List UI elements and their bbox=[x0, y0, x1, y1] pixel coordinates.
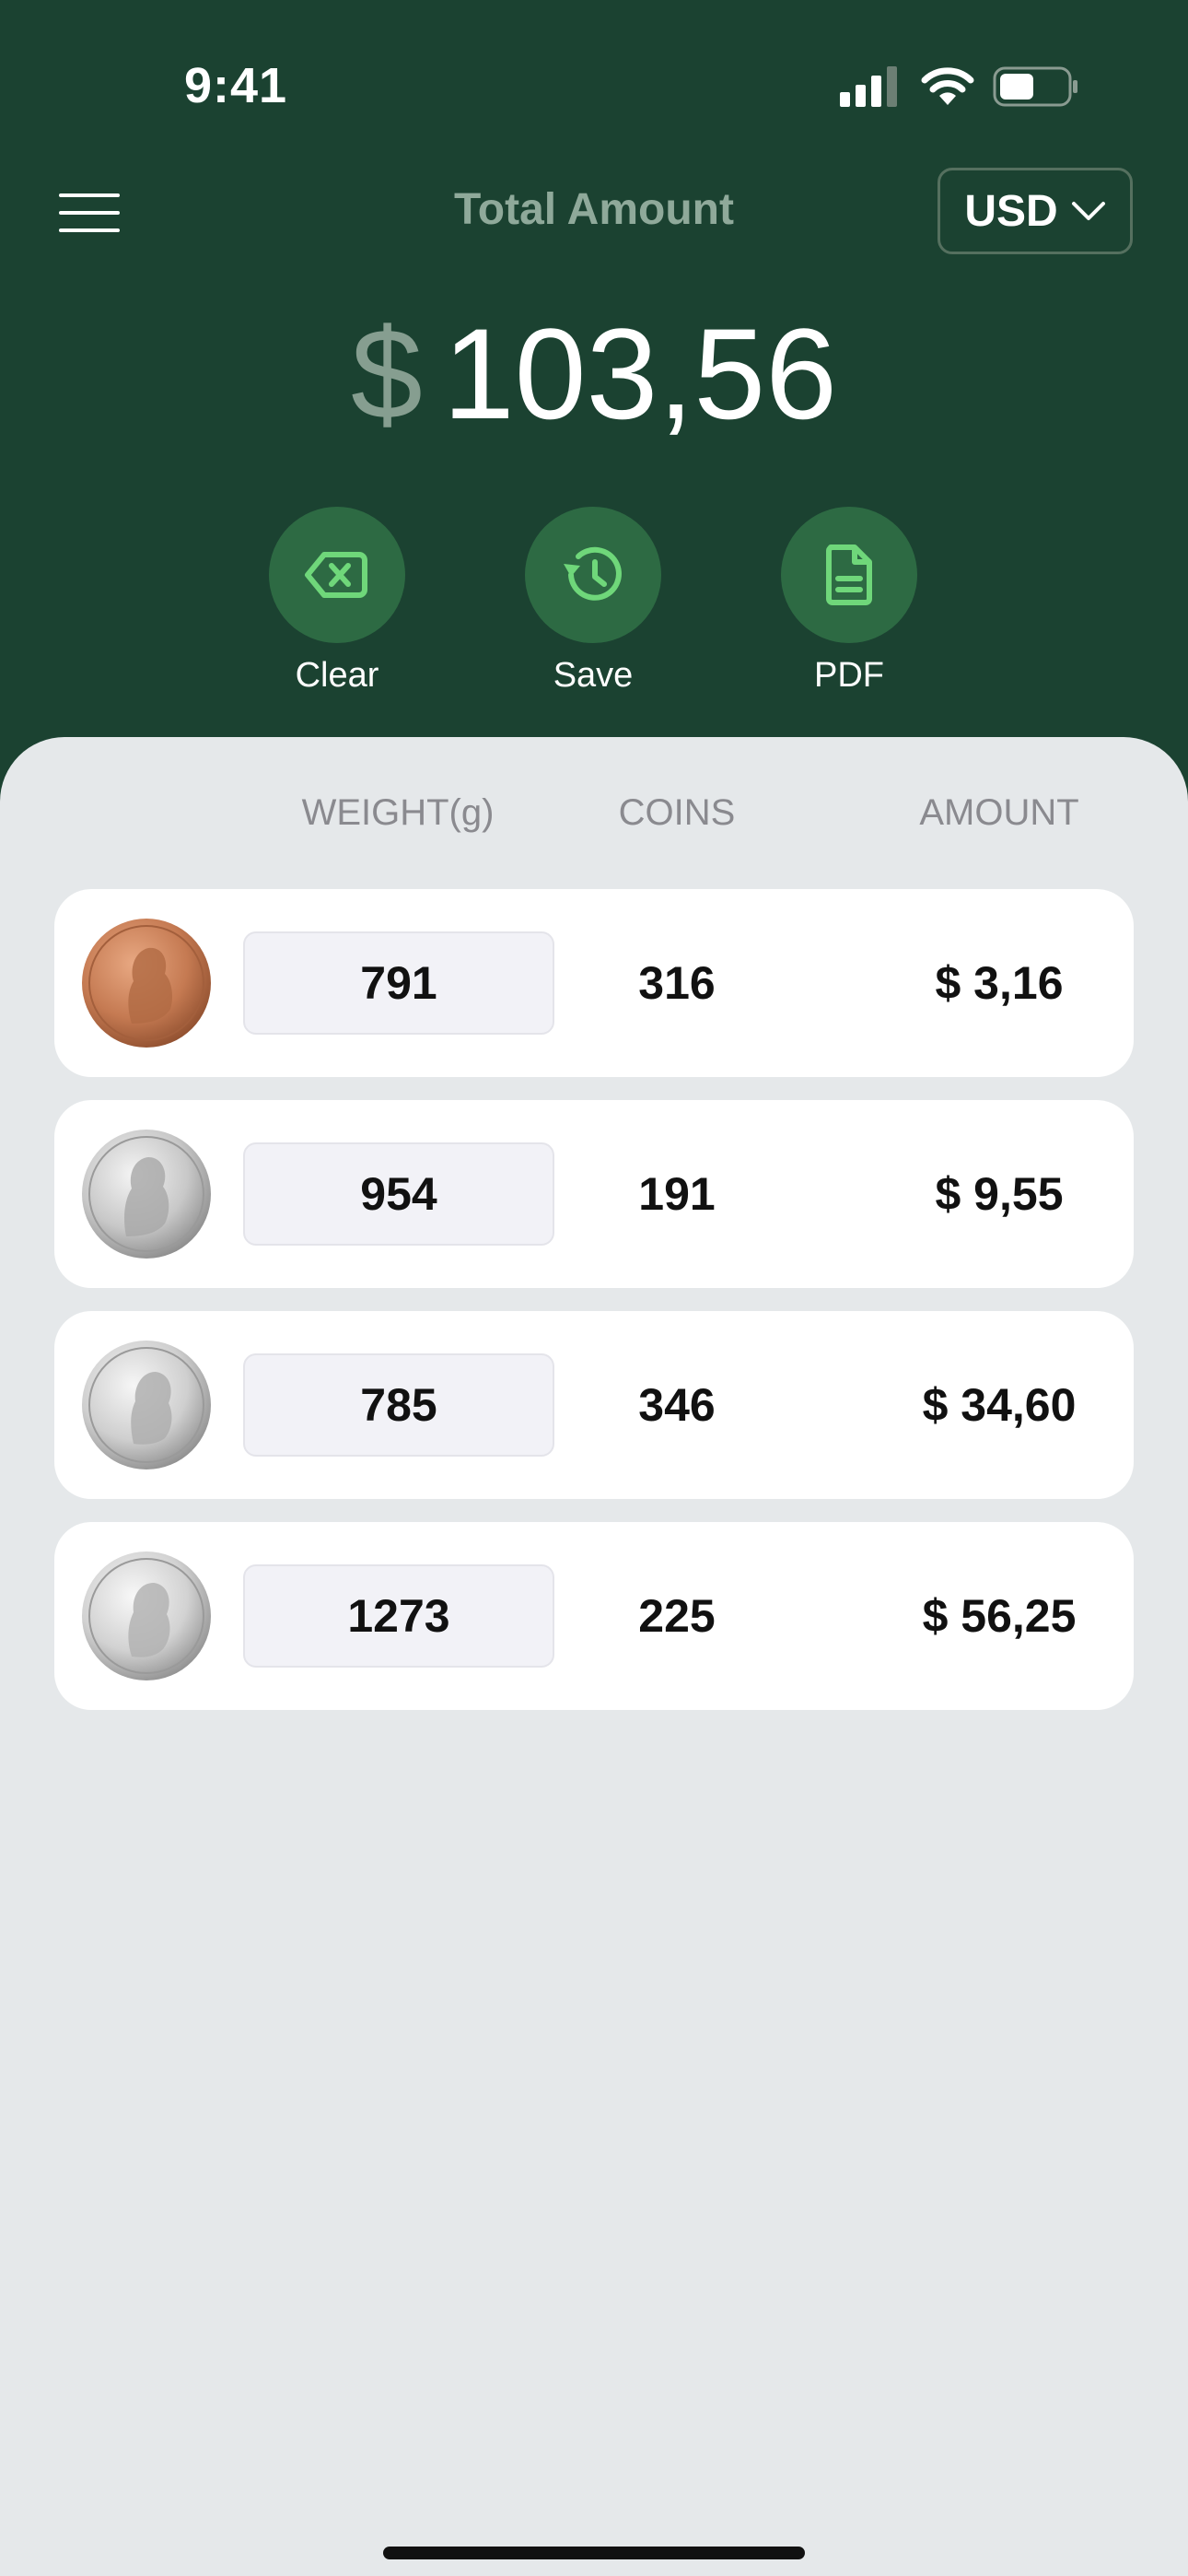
header-weight: WEIGHT(g) bbox=[301, 792, 495, 833]
history-icon bbox=[564, 546, 622, 601]
clear-label: Clear bbox=[295, 656, 379, 695]
cellular-signal-icon bbox=[840, 66, 897, 107]
quarter-coin-icon bbox=[82, 1551, 211, 1680]
status-time: 9:41 bbox=[184, 58, 288, 113]
save-button[interactable]: Save bbox=[501, 507, 685, 696]
clear-button-circle[interactable] bbox=[269, 507, 405, 643]
pdf-button-circle[interactable] bbox=[781, 507, 917, 643]
row-amount: $ 56,25 bbox=[922, 1590, 1077, 1642]
row-amount: $ 9,55 bbox=[935, 1168, 1064, 1220]
backspace-icon bbox=[305, 552, 367, 598]
save-label: Save bbox=[553, 656, 634, 695]
coin-table-sheet: WEIGHT(g) COINS AMOUNT 791 316 $ 3,16 95… bbox=[0, 737, 1188, 2576]
currency-symbol: $ bbox=[350, 301, 423, 446]
currency-label: USD bbox=[964, 186, 1058, 236]
penny-coin-icon bbox=[82, 919, 211, 1048]
currency-dropdown[interactable]: USD bbox=[938, 168, 1133, 254]
nickel-coin-icon bbox=[82, 1130, 211, 1259]
coin-count: 346 bbox=[638, 1379, 716, 1431]
coin-count: 316 bbox=[638, 957, 716, 1009]
weight-input[interactable]: 791 bbox=[243, 931, 554, 1035]
pdf-button[interactable]: PDF bbox=[757, 507, 941, 696]
app-screen: 9:41 Total Amount USD $ 103,56 Clear Sav… bbox=[0, 0, 1188, 2576]
battery-icon bbox=[993, 66, 1077, 107]
total-amount: $ 103,56 bbox=[0, 299, 1188, 449]
coin-count: 225 bbox=[638, 1590, 716, 1642]
table-row-nickel: 954 191 $ 9,55 bbox=[54, 1100, 1134, 1288]
weight-input[interactable]: 954 bbox=[243, 1142, 554, 1246]
pdf-label: PDF bbox=[814, 656, 884, 695]
clear-button[interactable]: Clear bbox=[245, 507, 429, 696]
table-row-dime: 785 346 $ 34,60 bbox=[54, 1311, 1134, 1499]
document-icon bbox=[826, 544, 872, 605]
total-value: 103,56 bbox=[442, 301, 838, 446]
coin-count: 191 bbox=[638, 1168, 716, 1220]
weight-input[interactable]: 1273 bbox=[243, 1564, 554, 1668]
home-indicator[interactable] bbox=[383, 2547, 805, 2559]
weight-input[interactable]: 785 bbox=[243, 1353, 554, 1457]
header-amount: AMOUNT bbox=[919, 792, 1079, 833]
save-button-circle[interactable] bbox=[525, 507, 661, 643]
table-row-quarter: 1273 225 $ 56,25 bbox=[54, 1522, 1134, 1710]
wifi-icon bbox=[921, 67, 974, 105]
row-amount: $ 34,60 bbox=[922, 1379, 1077, 1431]
table-row-penny: 791 316 $ 3,16 bbox=[54, 889, 1134, 1077]
chevron-down-icon bbox=[1071, 202, 1105, 220]
header-coins: COINS bbox=[618, 792, 736, 833]
row-amount: $ 3,16 bbox=[935, 957, 1064, 1009]
dime-coin-icon bbox=[82, 1341, 211, 1469]
